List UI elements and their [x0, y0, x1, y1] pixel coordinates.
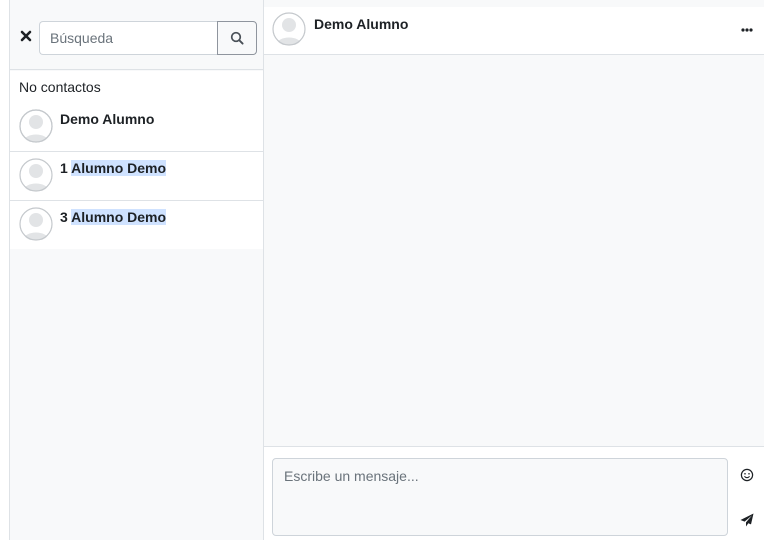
close-icon[interactable] [18, 27, 34, 45]
avatar [19, 207, 53, 241]
contact-item-3-alumno-demo[interactable]: 3 Alumno Demo [10, 201, 264, 249]
avatar [19, 158, 53, 192]
conversation-title[interactable]: Demo Alumno [314, 16, 408, 32]
messaging-drawer: No contactos Demo Alumno [0, 0, 764, 540]
send-icon[interactable] [739, 512, 755, 528]
avatar [19, 109, 53, 143]
search-button[interactable] [217, 21, 257, 55]
search-header [10, 0, 264, 70]
more-options-icon[interactable] [739, 21, 755, 37]
composer [264, 446, 764, 540]
contact-name: Demo Alumno [60, 111, 155, 127]
search-match-highlight: Alumno Demo [71, 160, 167, 176]
avatar[interactable] [272, 12, 306, 46]
emoji-icon[interactable] [739, 467, 755, 483]
conversation-header: Demo Alumno [264, 7, 764, 55]
contact-name: 1 Alumno Demo [60, 160, 167, 176]
contact-item-1-alumno-demo[interactable]: 1 Alumno Demo [10, 152, 264, 201]
search-match-highlight: Alumno Demo [71, 209, 167, 225]
contact-name: 3 Alumno Demo [60, 209, 167, 225]
search-input[interactable] [39, 21, 218, 55]
section-title: No contactos [19, 79, 101, 95]
conversation-panel: Demo Alumno [263, 0, 764, 540]
message-input[interactable] [272, 458, 728, 536]
contacts-panel: No contactos Demo Alumno [9, 0, 264, 540]
search-group [39, 21, 257, 55]
message-area [264, 55, 764, 446]
contact-item-demo-alumno[interactable]: Demo Alumno [10, 103, 264, 152]
search-results: No contactos Demo Alumno 1 Alumno Demo 3… [10, 71, 264, 249]
search-icon [230, 31, 244, 45]
